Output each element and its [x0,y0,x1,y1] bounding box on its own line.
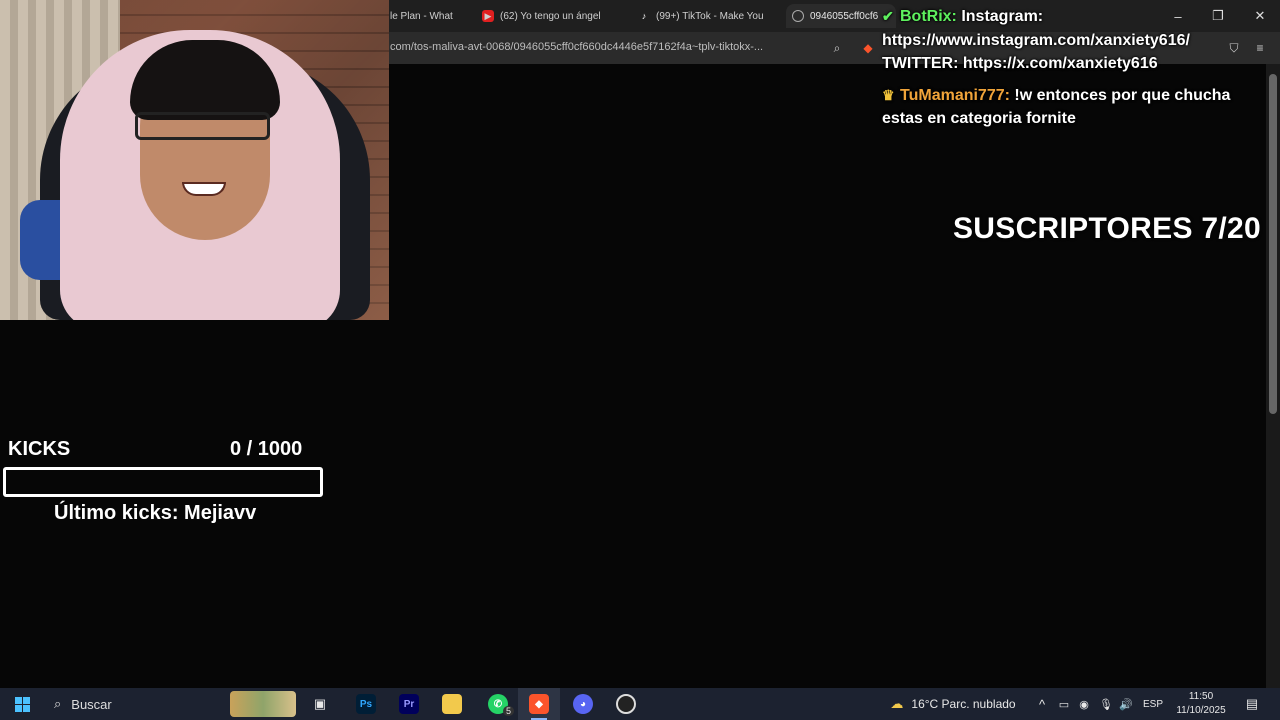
kicks-progress-bar [3,467,323,497]
language-indicator[interactable]: ESP [1140,688,1166,720]
taskbar: ⌕ Buscar ▣ Ps Pr ✆ 5 ◆ ◕ ☁ 16°C Parc. nu… [0,688,1280,720]
taskbar-obs[interactable] [614,688,638,720]
tab-label: (62) Yo tengo un ángel [500,10,601,22]
speaker-icon: 🔊 [1119,698,1133,711]
webcam-feed [0,0,389,320]
cloud-sun-icon: ☁ [890,696,904,711]
tiktok-icon: ♪ [641,11,647,21]
language-text: ESP [1142,698,1163,710]
tab-label: le Plan - What [390,10,453,22]
windows-icon [14,696,30,712]
search-placeholder: Buscar [71,696,112,712]
crown-icon: ♛ [882,86,895,103]
chat-username: TuMamani777: [900,86,1010,104]
globe-icon [792,10,804,22]
brave-shield-icon[interactable]: ◆ [860,40,876,56]
tab-whatsapp[interactable]: le Plan - What [384,4,474,28]
photoshop-icon: Ps [356,694,376,714]
camera-icon: ◉ [1079,698,1089,711]
kicks-count: 0 / 1000 [230,438,303,460]
taskbar-premiere[interactable]: Pr [397,688,421,720]
obs-icon [616,694,636,714]
notification-badge: 5 [502,706,514,716]
weather-text: 16°C Parc. nublado [911,697,1016,711]
folder-icon [442,694,462,714]
microphone-icon: 🎙 [1099,698,1113,711]
youtube-icon: ▶ [482,10,494,22]
kicks-label: KICKS [8,438,71,460]
tab-active-image[interactable]: 0946055cff0cf6 [786,4,896,28]
chevron-up-icon: ^ [1038,696,1046,712]
tray-camera[interactable]: ◉ [1076,688,1092,720]
verified-icon: ✔ [882,8,894,24]
tab-label: 0946055cff0cf6 [810,10,879,22]
glasses [135,112,270,140]
network-icon: ▭ [1058,698,1070,711]
tray-network[interactable]: ▭ [1056,688,1072,720]
notification-icon: ▤ [1245,696,1259,711]
tab-tiktok[interactable]: ♪ (99+) TikTok - Make You [632,4,778,28]
tab-youtube[interactable]: ▶ (62) Yo tengo un ángel [476,4,622,28]
search-icon: ⌕ [54,696,62,711]
tab-label: (99+) TikTok - Make You [656,10,764,22]
show-hidden-icons[interactable]: ^ [1034,688,1050,720]
task-view-icon: ▣ [313,696,327,711]
brave-icon: ◆ [529,694,549,714]
premiere-icon: Pr [399,694,419,714]
taskbar-photoshop[interactable]: Ps [354,688,378,720]
zoom-icon[interactable]: ⌕ [829,40,845,56]
scrollbar[interactable] [1266,64,1280,688]
chat-message: ✔ BotRix: Instagram: https://www.instagra… [882,5,1262,76]
start-button[interactable] [8,688,36,720]
tray-mic[interactable]: 🎙 [1098,688,1114,720]
task-view-button[interactable]: ▣ [308,688,332,720]
chat-username: BotRix: [900,8,957,25]
chat-message: ♛ TuMamani777: !w entonces por que chucha… [882,84,1262,131]
taskbar-file-explorer[interactable] [440,688,464,720]
tray-volume[interactable]: 🔊 [1118,688,1134,720]
clock-time: 11:50 [1188,691,1214,702]
scrollbar-thumb[interactable] [1269,74,1277,414]
taskbar-brave[interactable]: ◆ [518,688,560,720]
last-kick-text: Último kicks: Mejiavv [54,502,257,524]
clock-date: 11/10/2025 [1176,705,1226,716]
discord-icon: ◕ [573,694,593,714]
search-highlight-image [230,691,296,717]
taskbar-search[interactable]: ⌕ Buscar [44,688,300,720]
weather-widget[interactable]: ☁ 16°C Parc. nublado [878,688,1028,720]
notifications-button[interactable]: ▤ [1240,688,1264,720]
chat-overlay: ✔ BotRix: Instagram: https://www.instagra… [882,5,1262,131]
url-field[interactable]: com/tos-maliva-avt-0068/0946055cff0cf660… [390,41,763,53]
taskbar-discord[interactable]: ◕ [571,688,595,720]
clock[interactable]: 11:50 11/10/2025 [1166,690,1236,718]
subscriber-goal: SUSCRIPTORES 7/20 [953,212,1261,245]
taskbar-whatsapp[interactable]: ✆ 5 [484,688,514,720]
